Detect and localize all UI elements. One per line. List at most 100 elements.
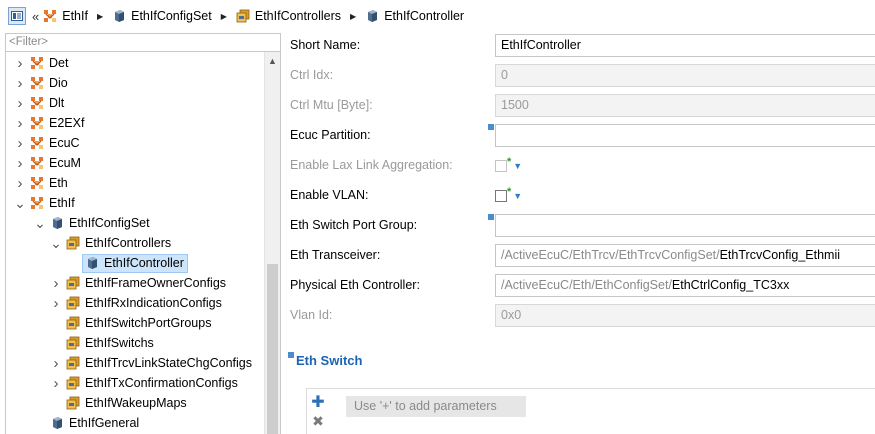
tree-item[interactable]: ⌄ EthIf <box>14 193 75 213</box>
field-label: Enable VLAN: <box>290 188 369 202</box>
tree-item[interactable]: EthIfGeneral <box>34 413 139 433</box>
checkbox-box[interactable] <box>495 160 507 172</box>
chevron-down-icon[interactable]: ⌄ <box>34 216 46 230</box>
tree-item[interactable]: EthIfWakeupMaps <box>50 393 187 413</box>
eth-switch-section-title[interactable]: Eth Switch <box>288 351 362 368</box>
tree-item-label: EthIfFrameOwnerConfigs <box>85 276 227 290</box>
tree-item[interactable]: › EcuC <box>14 133 80 153</box>
container-icon <box>365 9 379 23</box>
breadcrumb-item-ethif[interactable]: EthIf <box>43 9 88 23</box>
multiplicity-grip-icon[interactable] <box>488 124 494 130</box>
chevron-right-icon[interactable]: › <box>14 95 26 112</box>
tree-item-content[interactable]: EthIfSwitchs <box>66 336 154 350</box>
breadcrumb-item-ethifconfigset[interactable]: EthIfConfigSet <box>112 9 212 23</box>
chevron-right-icon[interactable]: › <box>14 175 26 192</box>
container-icon <box>112 9 126 23</box>
scrollbar-thumb[interactable] <box>267 264 278 434</box>
tree-item[interactable]: ⌄ EthIfConfigSet <box>34 213 150 233</box>
filter-input[interactable]: <Filter> <box>6 34 280 52</box>
tree-item-content[interactable]: EthIfControllers <box>66 236 171 250</box>
module-icon <box>30 76 44 90</box>
tree-item-content[interactable]: Eth <box>30 176 68 190</box>
field-label: Ctrl Idx: <box>290 68 334 82</box>
scroll-up-arrow-icon[interactable]: ▲ <box>265 52 280 70</box>
tree-item-label: EthIfTrcvLinkStateChgConfigs <box>85 356 252 370</box>
field-label: Eth Switch Port Group: <box>290 218 418 232</box>
tree-item[interactable]: › EthIfRxIndicationConfigs <box>50 293 222 313</box>
tree-item-content[interactable]: EthIfFrameOwnerConfigs <box>66 276 226 290</box>
ctrl-mtu-input: 1500 <box>495 94 875 117</box>
link-with-editor-icon[interactable] <box>8 7 26 25</box>
chevron-right-icon[interactable]: ▶ <box>221 12 227 21</box>
breadcrumb-item-ethifcontrollers[interactable]: EthIfControllers <box>236 9 341 23</box>
tree-item-content[interactable]: E2EXf <box>30 116 84 130</box>
checkbox-box[interactable] <box>495 190 507 202</box>
chevron-right-icon[interactable]: › <box>50 295 62 312</box>
tree-item[interactable]: ⌄ EthIfControllers <box>50 233 171 253</box>
chevron-down-icon[interactable]: ⌄ <box>50 236 62 250</box>
dropdown-arrow-icon[interactable]: ▼ <box>513 191 522 201</box>
chevron-right-icon[interactable]: ▶ <box>350 12 356 21</box>
tree-item[interactable]: › EthIfFrameOwnerConfigs <box>50 273 227 293</box>
tree-item-label: Det <box>49 56 69 70</box>
container-icon <box>50 216 64 230</box>
tree-item[interactable]: EthIfController <box>66 253 188 273</box>
tree-item-content[interactable]: EcuC <box>30 136 80 150</box>
tree-item-content[interactable]: Dlt <box>30 96 64 110</box>
tree-item[interactable]: › E2EXf <box>14 113 85 133</box>
chevron-right-icon[interactable]: › <box>14 135 26 152</box>
chevron-right-icon[interactable]: › <box>14 55 26 72</box>
tree-item-content[interactable]: EthIfTxConfirmationConfigs <box>66 376 238 390</box>
multiplicity-grip-icon[interactable] <box>488 214 494 220</box>
field-vlan-id: Vlan Id: 0x0 <box>290 304 875 328</box>
tree-item[interactable]: EthIfSwitchs <box>50 333 154 353</box>
ecuc-partition-input[interactable] <box>495 124 875 147</box>
tree-item-content[interactable]: Dio <box>30 76 68 90</box>
eth-switch-port-group-input[interactable] <box>495 214 875 237</box>
field-label: Ecuc Partition: <box>290 128 371 142</box>
chevron-right-icon[interactable]: › <box>14 155 26 172</box>
physical-eth-controller-reference[interactable]: /ActiveEcuC/Eth/EthConfigSet/EthCtrlConf… <box>495 274 875 297</box>
chevron-right-icon[interactable]: › <box>50 355 62 372</box>
reference-path: /ActiveEcuC/EthTrcv/EthTrcvConfigSet/ <box>501 248 720 262</box>
tree-item[interactable]: › EthIfTrcvLinkStateChgConfigs <box>50 353 252 373</box>
tree-item-content[interactable]: EthIfGeneral <box>50 416 139 430</box>
tree-item[interactable]: › Dio <box>14 73 68 93</box>
tree-item-content[interactable]: EthIfConfigSet <box>50 216 150 230</box>
tree-item[interactable]: › Dlt <box>14 93 65 113</box>
tree-item[interactable]: EthIfSwitchPortGroups <box>50 313 211 333</box>
chevron-right-icon[interactable]: › <box>50 275 62 292</box>
tree-item-content[interactable]: EthIfTrcvLinkStateChgConfigs <box>66 356 252 370</box>
selected-tree-item[interactable]: EthIfController <box>82 253 188 273</box>
container-list-icon <box>66 276 80 290</box>
tree-item[interactable]: › Det <box>14 53 69 73</box>
lax-link-aggregation-checkbox[interactable]: * ▼ <box>495 156 522 172</box>
eth-transceiver-reference[interactable]: /ActiveEcuC/EthTrcv/EthTrcvConfigSet/Eth… <box>495 244 875 267</box>
tree-item-content[interactable]: EcuM <box>30 156 81 170</box>
tree-item[interactable]: › Eth <box>14 173 68 193</box>
tree-scrollbar[interactable]: ▲ <box>264 52 280 434</box>
tree-item-content[interactable]: Det <box>30 56 68 70</box>
chevron-right-icon[interactable]: ▶ <box>97 12 103 21</box>
enable-vlan-checkbox[interactable]: * ▼ <box>495 186 522 202</box>
double-chevron-left-icon[interactable]: « <box>32 9 39 24</box>
tree-item[interactable]: › EthIfTxConfirmationConfigs <box>50 373 238 393</box>
tree-item-content[interactable]: EthIfRxIndicationConfigs <box>66 296 222 310</box>
plus-icon[interactable]: ✚ <box>307 394 329 412</box>
breadcrumb-item-ethifcontroller[interactable]: EthIfController <box>365 9 464 23</box>
tree-item[interactable]: › EcuM <box>14 153 81 173</box>
tree-item-content[interactable]: EthIfSwitchPortGroups <box>66 316 211 330</box>
tree-item-label: EthIfRxIndicationConfigs <box>85 296 222 310</box>
delete-icon[interactable]: ✖ <box>307 412 329 430</box>
tree-item-content[interactable]: EthIf <box>30 196 75 210</box>
chevron-down-icon[interactable]: ⌄ <box>14 196 26 210</box>
short-name-input[interactable]: EthIfController <box>495 34 875 57</box>
module-icon <box>30 136 44 150</box>
tree-item-content[interactable]: EthIfWakeupMaps <box>66 396 187 410</box>
dropdown-arrow-icon[interactable]: ▼ <box>513 161 522 171</box>
chevron-right-icon[interactable]: › <box>14 115 26 132</box>
chevron-right-icon[interactable]: › <box>14 75 26 92</box>
chevron-right-icon[interactable]: › <box>50 375 62 392</box>
field-eth-switch-port-group: Eth Switch Port Group: <box>290 214 875 238</box>
tree-item-label: EthIfConfigSet <box>69 216 150 230</box>
